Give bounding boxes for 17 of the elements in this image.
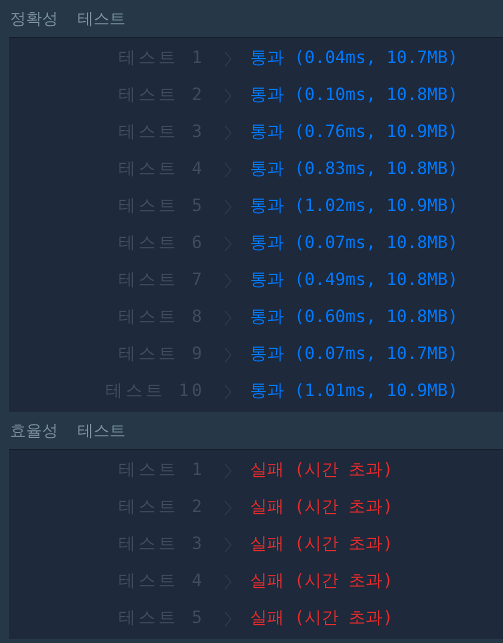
test-result: 통과 (0.60ms, 10.8MB) [250, 306, 458, 329]
test-result: 통과 (0.07ms, 10.8MB) [250, 232, 458, 255]
test-result: 통과 (1.01ms, 10.9MB) [250, 380, 458, 403]
test-result: 실패 (시간 초과) [250, 570, 393, 593]
test-result: 실패 (시간 초과) [250, 496, 393, 519]
test-result: 실패 (시간 초과) [250, 606, 393, 630]
test-result: 통과 (0.07ms, 10.7MB) [250, 342, 458, 366]
section-title: 효율성 테스트 [10, 420, 126, 442]
test-result: 통과 (0.49ms, 10.8MB) [250, 268, 458, 292]
test-result: 통과 (0.83ms, 10.8MB) [250, 158, 458, 181]
test-result: 실패 (시간 초과) [250, 458, 393, 482]
test-result: 통과 (0.76ms, 10.9MB) [250, 120, 458, 144]
test-result: 통과 (1.02ms, 10.9MB) [250, 194, 458, 218]
test-result: 통과 (0.04ms, 10.7MB) [250, 46, 458, 70]
test-result: 실패 (시간 초과) [250, 532, 393, 556]
test-result: 통과 (0.10ms, 10.8MB) [250, 84, 458, 107]
section-title: 정확성 테스트 [10, 8, 126, 30]
